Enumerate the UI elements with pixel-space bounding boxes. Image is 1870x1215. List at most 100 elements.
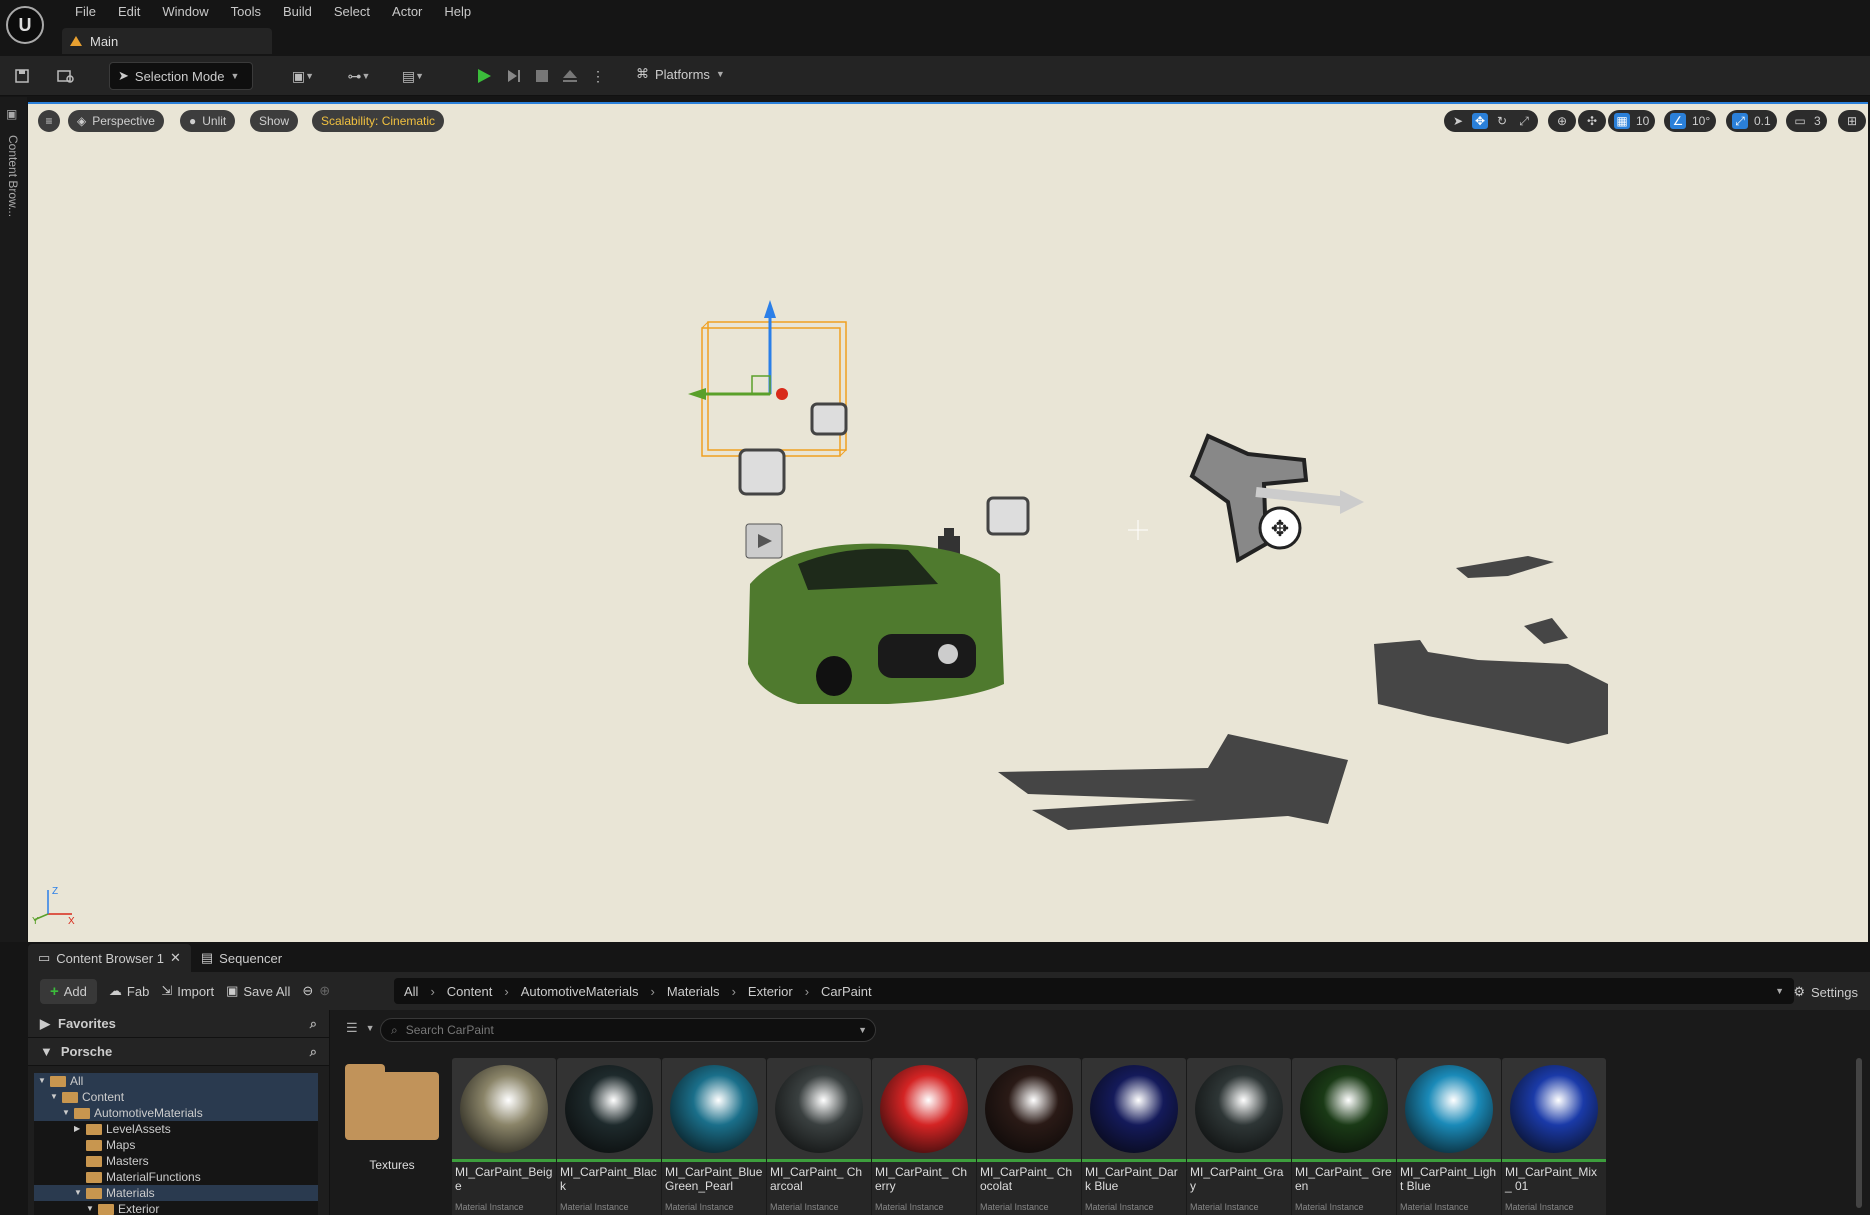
- expander-icon[interactable]: ▼: [38, 1073, 46, 1089]
- expander-icon[interactable]: ▼: [62, 1105, 70, 1121]
- tree-item[interactable]: Masters: [34, 1153, 318, 1169]
- menu-item-build[interactable]: Build: [272, 3, 323, 21]
- asset-tile[interactable]: MI_CarPaint_ Green Material Instance: [1292, 1058, 1396, 1215]
- asset-tile[interactable]: MI_CarPaint_Blue Green_Pearl Material Ins…: [662, 1058, 766, 1215]
- expander-icon[interactable]: ▼: [74, 1185, 82, 1201]
- menu-item-select[interactable]: Select: [323, 3, 381, 21]
- asset-tile[interactable]: MI_CarPaint_Light Blue Material Instance: [1397, 1058, 1501, 1215]
- tree-item[interactable]: MaterialFunctions: [34, 1169, 318, 1185]
- add-button[interactable]: + Add: [40, 978, 97, 1004]
- expander-icon[interactable]: ▼: [86, 1201, 94, 1215]
- breadcrumb-item[interactable]: Materials: [667, 984, 720, 999]
- tree-item-label: Exterior: [118, 1202, 160, 1215]
- breadcrumb-item[interactable]: Content: [447, 984, 493, 999]
- breadcrumb-item[interactable]: Exterior: [748, 984, 793, 999]
- chevron-down-icon[interactable]: ▼: [858, 1025, 867, 1035]
- search-input[interactable]: ⌕ Search CarPaint ▼: [380, 1018, 876, 1042]
- close-icon[interactable]: ✕: [170, 950, 181, 966]
- step-icon[interactable]: [502, 64, 526, 88]
- blueprint-icon[interactable]: ⊶ ▼: [342, 64, 376, 88]
- selected-actor-bounds[interactable]: [701, 321, 847, 457]
- folder-icon: [62, 1091, 78, 1103]
- sequencer-actor-icon[interactable]: [745, 523, 783, 559]
- history-forward-icon[interactable]: ⊕: [319, 983, 330, 999]
- asset-tile[interactable]: MI_CarPaint_Gray Material Instance: [1187, 1058, 1291, 1215]
- more-options-icon[interactable]: ⋮: [586, 64, 610, 88]
- material-sphere-icon: [1405, 1064, 1493, 1153]
- menu-item-actor[interactable]: Actor: [381, 3, 433, 21]
- project-label: Porsche: [60, 1044, 113, 1059]
- search-icon[interactable]: ⌕: [310, 1044, 317, 1060]
- asset-tile[interactable]: MI_CarPaint_Mix_ 01 Material Instance: [1502, 1058, 1606, 1215]
- asset-tile[interactable]: MI_CarPaint_ Chocolat Material Instance: [977, 1058, 1081, 1215]
- history-back-icon[interactable]: ⊖: [302, 983, 313, 999]
- folder-icon: [86, 1187, 102, 1199]
- import-button[interactable]: ⇲ Import: [161, 983, 214, 999]
- favorites-header[interactable]: ▶ Favorites ⌕: [28, 1010, 329, 1038]
- light-actor-icons[interactable]: [738, 402, 1030, 536]
- level-tab[interactable]: Main: [62, 28, 272, 54]
- scene: ✥ Z X Y: [32, 300, 1608, 927]
- level-viewport[interactable]: ≡ ◈ Perspective ● Unlit Show Scalability: …: [28, 102, 1868, 942]
- breadcrumb-item[interactable]: AutomotiveMaterials: [521, 984, 639, 999]
- vertical-scrollbar[interactable]: [1856, 1058, 1862, 1208]
- eject-icon[interactable]: [558, 64, 582, 88]
- rail-mesh[interactable]: [998, 734, 1348, 830]
- content-browser-icon[interactable]: [54, 64, 78, 88]
- tree-item[interactable]: ▼ Content: [34, 1089, 318, 1105]
- menu-item-edit[interactable]: Edit: [107, 3, 151, 21]
- menu-item-window[interactable]: Window: [151, 3, 219, 21]
- svg-text:✥: ✥: [1271, 516, 1289, 541]
- unreal-logo-icon[interactable]: U: [6, 6, 44, 44]
- expander-icon[interactable]: ▶: [74, 1121, 82, 1137]
- tree-item[interactable]: ▼ Exterior: [34, 1201, 318, 1215]
- asset-thumbnail: [1187, 1058, 1291, 1162]
- asset-tile[interactable]: MI_CarPaint_Beige Material Instance: [452, 1058, 556, 1215]
- asset-tile[interactable]: MI_CarPaint_ Charcoal Material Instance: [767, 1058, 871, 1215]
- asset-tile[interactable]: MI_CarPaint_Dark Blue Material Instance: [1082, 1058, 1186, 1215]
- save-all-label: Save All: [243, 983, 291, 999]
- tab-content-browser[interactable]: ▭ Content Browser 1 ✕: [28, 944, 191, 972]
- platforms-dropdown[interactable]: ⌘ Platforms ▼: [636, 66, 725, 82]
- stop-icon[interactable]: [530, 64, 554, 88]
- spot-light-actor[interactable]: ✥: [1189, 433, 1364, 564]
- breadcrumb-item[interactable]: All: [404, 984, 418, 999]
- tree-item[interactable]: ▼ Materials: [34, 1185, 318, 1201]
- folder-tile[interactable]: Textures: [340, 1058, 444, 1215]
- content-browser-icon: ▭: [38, 950, 51, 965]
- save-all-button[interactable]: ▣ Save All: [226, 983, 290, 999]
- tree-item[interactable]: ▼ All: [34, 1073, 318, 1089]
- add-actor-icon[interactable]: ▣ ▼: [286, 64, 320, 88]
- fab-button[interactable]: ☁ Fab: [109, 983, 149, 999]
- content-drawer-tab[interactable]: Content Brow...: [6, 135, 20, 217]
- search-icon[interactable]: ⌕: [310, 1016, 317, 1032]
- tree-item[interactable]: ▶ LevelAssets: [34, 1121, 318, 1137]
- filter-button[interactable]: ☰ ▼: [346, 1020, 375, 1036]
- tree-item[interactable]: Maps: [34, 1137, 318, 1153]
- selection-mode-dropdown[interactable]: ➤ Selection Mode ▼: [109, 62, 253, 90]
- asset-tile[interactable]: MI_CarPaint_Black Material Instance: [557, 1058, 661, 1215]
- menu-item-help[interactable]: Help: [433, 3, 482, 21]
- cinematics-icon[interactable]: ▤ ▼: [396, 64, 430, 88]
- save-icon[interactable]: [10, 64, 34, 88]
- settings-button[interactable]: ⚙ Settings: [1793, 984, 1858, 1000]
- axis-indicator: Z X Y: [32, 886, 75, 927]
- camera-rig-mesh[interactable]: [1374, 556, 1608, 744]
- expander-icon[interactable]: ▼: [50, 1089, 58, 1105]
- chevron-down-icon[interactable]: ▼: [1775, 986, 1784, 996]
- asset-tile[interactable]: MI_CarPaint_ Cherry Material Instance: [872, 1058, 976, 1215]
- tree-item[interactable]: ▼ AutomotiveMaterials: [34, 1105, 318, 1121]
- menu-item-file[interactable]: File: [64, 3, 107, 21]
- axis-x-label: X: [68, 916, 75, 927]
- car-actor[interactable]: [748, 543, 1004, 704]
- tab-sequencer[interactable]: ▤ Sequencer: [191, 944, 292, 972]
- play-icon[interactable]: [472, 64, 496, 88]
- content-drawer-icon[interactable]: ▣: [6, 107, 17, 121]
- breadcrumb-item[interactable]: CarPaint: [821, 984, 872, 999]
- menu-item-tools[interactable]: Tools: [220, 3, 272, 21]
- tree-item-label: MaterialFunctions: [106, 1170, 201, 1184]
- asset-name: MI_CarPaint_Mix_ 01: [1505, 1165, 1598, 1193]
- folder-label: Textures: [369, 1158, 415, 1172]
- transform-gizmo[interactable]: [688, 300, 788, 400]
- project-header[interactable]: ▼ Porsche ⌕: [28, 1038, 329, 1066]
